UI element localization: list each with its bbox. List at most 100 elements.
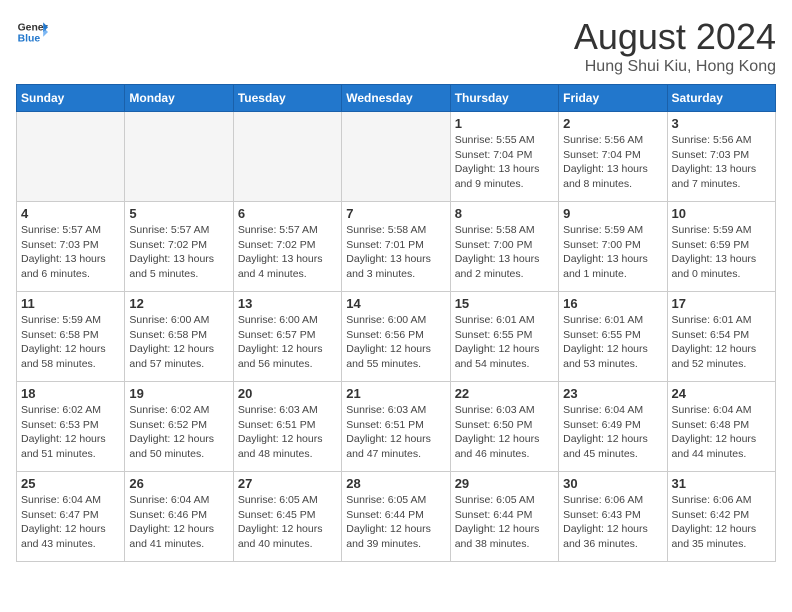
day-info: Sunrise: 6:03 AMSunset: 6:50 PMDaylight:… (455, 403, 554, 462)
day-info: Sunrise: 5:59 AMSunset: 7:00 PMDaylight:… (563, 223, 662, 282)
day-number: 3 (672, 116, 771, 131)
day-number: 24 (672, 386, 771, 401)
day-number: 23 (563, 386, 662, 401)
calendar-week-row: 11 Sunrise: 5:59 AMSunset: 6:58 PMDayligh… (17, 292, 776, 382)
day-number: 13 (238, 296, 337, 311)
day-info: Sunrise: 6:05 AMSunset: 6:44 PMDaylight:… (346, 493, 445, 552)
page-header: General Blue August 2024 Hung Shui Kiu, … (16, 16, 776, 76)
day-number: 26 (129, 476, 228, 491)
calendar-cell: 4 Sunrise: 5:57 AMSunset: 7:03 PMDaylight… (17, 202, 125, 292)
day-info: Sunrise: 6:02 AMSunset: 6:52 PMDaylight:… (129, 403, 228, 462)
calendar-cell: 8 Sunrise: 5:58 AMSunset: 7:00 PMDaylight… (450, 202, 558, 292)
day-number: 8 (455, 206, 554, 221)
logo: General Blue (16, 16, 48, 48)
calendar-cell: 9 Sunrise: 5:59 AMSunset: 7:00 PMDaylight… (559, 202, 667, 292)
svg-text:Blue: Blue (18, 34, 41, 45)
calendar-cell: 31 Sunrise: 6:06 AMSunset: 6:42 PMDayligh… (667, 472, 775, 562)
calendar-cell: 3Sunrise: 5:56 AMSunset: 7:03 PMDaylight… (667, 112, 775, 202)
day-number: 2 (563, 116, 662, 131)
calendar-cell: 30 Sunrise: 6:06 AMSunset: 6:43 PMDayligh… (559, 472, 667, 562)
day-info: Sunrise: 6:04 AMSunset: 6:46 PMDaylight:… (129, 493, 228, 552)
day-info: Sunrise: 6:06 AMSunset: 6:43 PMDaylight:… (563, 493, 662, 552)
calendar-cell: 13 Sunrise: 6:00 AMSunset: 6:57 PMDayligh… (233, 292, 341, 382)
day-number: 30 (563, 476, 662, 491)
day-number: 4 (21, 206, 120, 221)
calendar-cell: 26 Sunrise: 6:04 AMSunset: 6:46 PMDayligh… (125, 472, 233, 562)
day-number: 1 (455, 116, 554, 131)
day-info: Sunrise: 5:59 AMSunset: 6:59 PMDaylight:… (672, 223, 771, 282)
calendar-cell: 1 Sunrise: 5:55 AMSunset: 7:04 PMDaylight… (450, 112, 558, 202)
logo-icon: General Blue (16, 16, 48, 48)
calendar-header-saturday: Saturday (667, 85, 775, 112)
day-info: Sunrise: 6:04 AMSunset: 6:47 PMDaylight:… (21, 493, 120, 552)
calendar-cell: 15Sunrise: 6:01 AMSunset: 6:55 PMDayligh… (450, 292, 558, 382)
day-info: Sunrise: 6:04 AMSunset: 6:49 PMDaylight:… (563, 403, 662, 462)
calendar-cell (233, 112, 341, 202)
day-number: 17 (672, 296, 771, 311)
calendar-cell: 5 Sunrise: 5:57 AMSunset: 7:02 PMDaylight… (125, 202, 233, 292)
calendar-cell (17, 112, 125, 202)
day-info: Sunrise: 6:00 AMSunset: 6:57 PMDaylight:… (238, 313, 337, 372)
day-info: Sunrise: 5:55 AMSunset: 7:04 PMDaylight:… (455, 133, 554, 192)
day-number: 22 (455, 386, 554, 401)
month-title: August 2024 (574, 16, 776, 58)
day-number: 25 (21, 476, 120, 491)
calendar-header-monday: Monday (125, 85, 233, 112)
calendar-cell: 20 Sunrise: 6:03 AMSunset: 6:51 PMDayligh… (233, 382, 341, 472)
day-info: Sunrise: 6:06 AMSunset: 6:42 PMDaylight:… (672, 493, 771, 552)
calendar-cell: 27Sunrise: 6:05 AMSunset: 6:45 PMDayligh… (233, 472, 341, 562)
calendar-header-friday: Friday (559, 85, 667, 112)
calendar-cell: 17 Sunrise: 6:01 AMSunset: 6:54 PMDayligh… (667, 292, 775, 382)
calendar-cell: 19 Sunrise: 6:02 AMSunset: 6:52 PMDayligh… (125, 382, 233, 472)
calendar-cell: 2 Sunrise: 5:56 AMSunset: 7:04 PMDaylight… (559, 112, 667, 202)
calendar-header-thursday: Thursday (450, 85, 558, 112)
day-number: 19 (129, 386, 228, 401)
day-info: Sunrise: 5:56 AMSunset: 7:04 PMDaylight:… (563, 133, 662, 192)
calendar-week-row: 1 Sunrise: 5:55 AMSunset: 7:04 PMDaylight… (17, 112, 776, 202)
day-number: 16 (563, 296, 662, 311)
day-info: Sunrise: 6:03 AMSunset: 6:51 PMDaylight:… (238, 403, 337, 462)
calendar-cell (342, 112, 450, 202)
calendar-cell: 29 Sunrise: 6:05 AMSunset: 6:44 PMDayligh… (450, 472, 558, 562)
day-info: Sunrise: 6:03 AMSunset: 6:51 PMDaylight:… (346, 403, 445, 462)
title-block: August 2024 Hung Shui Kiu, Hong Kong (574, 16, 776, 76)
calendar-header-wednesday: Wednesday (342, 85, 450, 112)
calendar-cell: 24 Sunrise: 6:04 AMSunset: 6:48 PMDayligh… (667, 382, 775, 472)
calendar-cell: 6 Sunrise: 5:57 AMSunset: 7:02 PMDaylight… (233, 202, 341, 292)
calendar-table: SundayMondayTuesdayWednesdayThursdayFrid… (16, 84, 776, 562)
day-info: Sunrise: 6:05 AMSunset: 6:45 PMDaylight:… (238, 493, 337, 552)
day-info: Sunrise: 5:57 AMSunset: 7:02 PMDaylight:… (238, 223, 337, 282)
calendar-week-row: 4 Sunrise: 5:57 AMSunset: 7:03 PMDaylight… (17, 202, 776, 292)
day-info: Sunrise: 5:59 AMSunset: 6:58 PMDaylight:… (21, 313, 120, 372)
day-number: 6 (238, 206, 337, 221)
calendar-cell: 23 Sunrise: 6:04 AMSunset: 6:49 PMDayligh… (559, 382, 667, 472)
day-number: 28 (346, 476, 445, 491)
day-number: 9 (563, 206, 662, 221)
day-info: Sunrise: 6:05 AMSunset: 6:44 PMDaylight:… (455, 493, 554, 552)
calendar-cell: 28 Sunrise: 6:05 AMSunset: 6:44 PMDayligh… (342, 472, 450, 562)
day-info: Sunrise: 6:00 AMSunset: 6:58 PMDaylight:… (129, 313, 228, 372)
calendar-cell: 16 Sunrise: 6:01 AMSunset: 6:55 PMDayligh… (559, 292, 667, 382)
day-number: 20 (238, 386, 337, 401)
calendar-cell: 11 Sunrise: 5:59 AMSunset: 6:58 PMDayligh… (17, 292, 125, 382)
day-number: 11 (21, 296, 120, 311)
day-info: Sunrise: 5:57 AMSunset: 7:02 PMDaylight:… (129, 223, 228, 282)
calendar-header-row: SundayMondayTuesdayWednesdayThursdayFrid… (17, 85, 776, 112)
day-info: Sunrise: 5:58 AMSunset: 7:01 PMDaylight:… (346, 223, 445, 282)
calendar-cell: 18Sunrise: 6:02 AMSunset: 6:53 PMDayligh… (17, 382, 125, 472)
day-number: 5 (129, 206, 228, 221)
calendar-cell: 7Sunrise: 5:58 AMSunset: 7:01 PMDaylight… (342, 202, 450, 292)
day-number: 21 (346, 386, 445, 401)
day-info: Sunrise: 6:01 AMSunset: 6:55 PMDaylight:… (563, 313, 662, 372)
day-number: 31 (672, 476, 771, 491)
day-info: Sunrise: 6:01 AMSunset: 6:54 PMDaylight:… (672, 313, 771, 372)
day-info: Sunrise: 6:04 AMSunset: 6:48 PMDaylight:… (672, 403, 771, 462)
day-info: Sunrise: 5:58 AMSunset: 7:00 PMDaylight:… (455, 223, 554, 282)
calendar-week-row: 25 Sunrise: 6:04 AMSunset: 6:47 PMDayligh… (17, 472, 776, 562)
calendar-cell (125, 112, 233, 202)
day-number: 29 (455, 476, 554, 491)
day-info: Sunrise: 6:02 AMSunset: 6:53 PMDaylight:… (21, 403, 120, 462)
day-info: Sunrise: 5:57 AMSunset: 7:03 PMDaylight:… (21, 223, 120, 282)
day-number: 10 (672, 206, 771, 221)
day-number: 15 (455, 296, 554, 311)
